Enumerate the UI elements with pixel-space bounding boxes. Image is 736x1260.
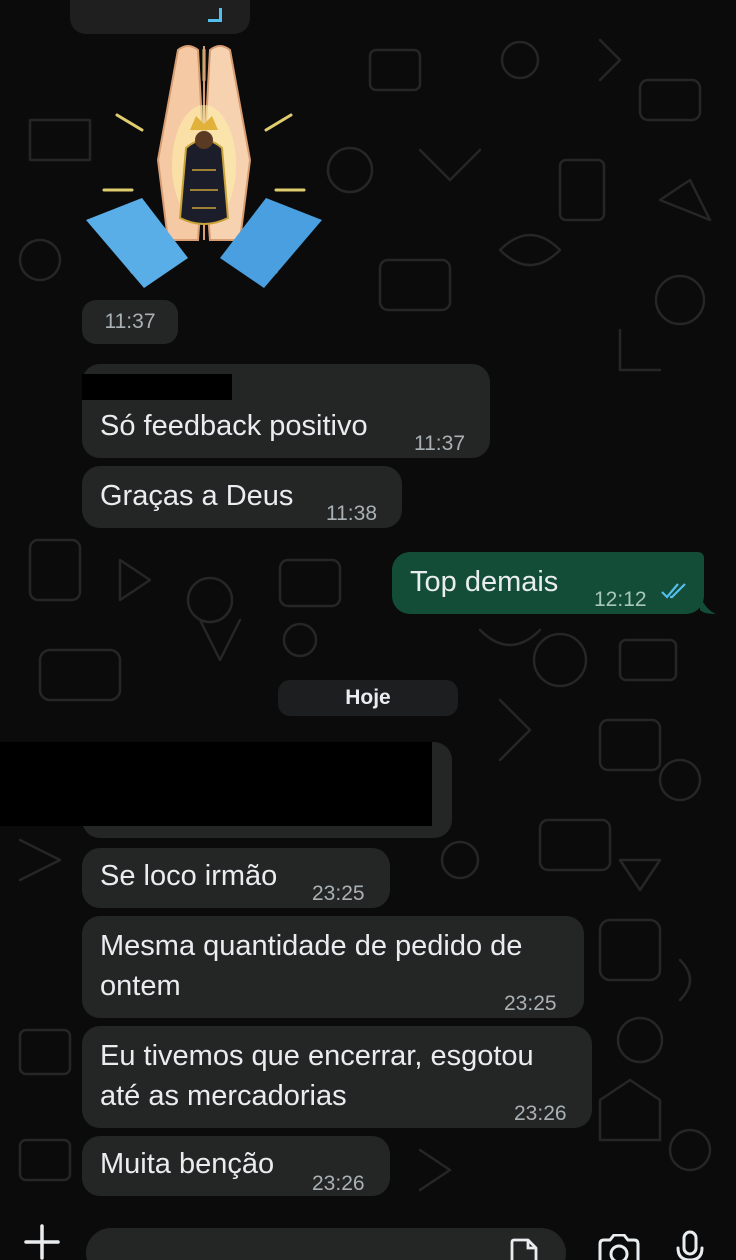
message-timestamp: 23:26 <box>312 1172 365 1195</box>
message-timestamp: 23:26 <box>514 1102 567 1125</box>
message-text: Graças a Deus <box>100 480 294 512</box>
incoming-message-bubble[interactable]: Muita benção 23:26 <box>82 1136 390 1196</box>
double-check-icon <box>661 583 686 599</box>
incoming-message-bubble[interactable]: Graças a Deus 11:38 <box>82 466 402 528</box>
plus-icon[interactable] <box>22 1222 62 1260</box>
camera-icon[interactable] <box>596 1234 642 1260</box>
message-text-line-1: Mesma quantidade de pedido de <box>100 930 523 962</box>
incoming-message-bubble[interactable]: Mesma quantidade de pedido de ontem 23:2… <box>82 916 584 1018</box>
praying-hands-sticker[interactable] <box>82 40 326 290</box>
chat-area[interactable]: 11:37 Só feedback positivo 11:37 Graças … <box>0 0 736 1212</box>
message-text: Top demais <box>410 566 559 598</box>
message-timestamp: 12:12 <box>594 588 647 611</box>
message-text-line-1: Eu tivemos que encerrar, esgotou <box>100 1040 534 1072</box>
message-timestamp: 11:38 <box>326 502 377 525</box>
sticker-timestamp: 11:37 <box>82 300 178 344</box>
message-text: Se loco irmão <box>100 860 278 892</box>
message-text-line-2: ontem <box>100 970 181 1002</box>
date-divider: Hoje <box>278 680 458 716</box>
sticker-icon[interactable] <box>508 1236 540 1260</box>
message-timestamp: 23:25 <box>312 882 365 905</box>
bubble-tail <box>700 596 716 614</box>
outgoing-message-bubble[interactable]: Top demais 12:12 <box>392 552 704 614</box>
incoming-message-bubble[interactable] <box>0 742 452 838</box>
incoming-message-bubble[interactable]: Só feedback positivo 11:37 <box>82 364 490 458</box>
mic-icon[interactable] <box>674 1230 706 1260</box>
message-input[interactable] <box>86 1228 566 1260</box>
redacted-message-content <box>0 742 432 826</box>
message-text: Só feedback positivo <box>100 410 368 442</box>
redacted-sender-name <box>82 374 232 400</box>
message-timestamp: 11:37 <box>414 432 465 455</box>
message-text-line-2: até as mercadorias <box>100 1080 347 1112</box>
message-timestamp: 23:25 <box>504 992 557 1015</box>
previous-message-edge <box>70 0 250 34</box>
incoming-message-bubble[interactable]: Eu tivemos que encerrar, esgotou até as … <box>82 1026 592 1128</box>
incoming-message-bubble[interactable]: Se loco irmão 23:25 <box>82 848 390 908</box>
message-text: Muita benção <box>100 1148 275 1180</box>
